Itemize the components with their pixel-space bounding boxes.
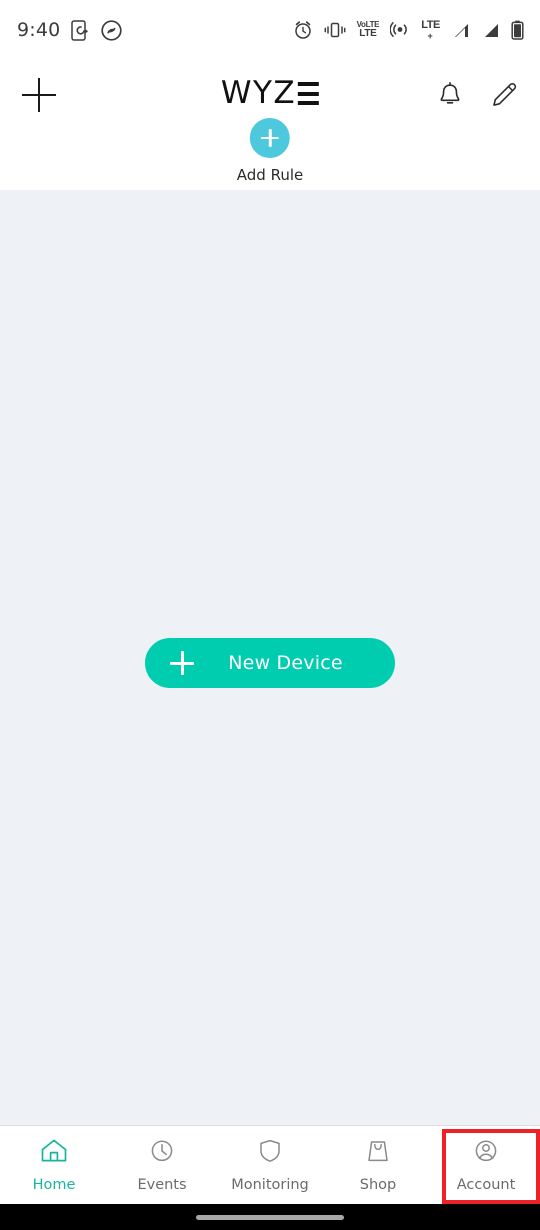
app-header: WYZ Add Rule bbox=[0, 60, 540, 190]
home-indicator[interactable] bbox=[196, 1214, 344, 1220]
nav-label-monitoring: Monitoring bbox=[231, 1177, 309, 1193]
pencil-icon[interactable] bbox=[490, 81, 518, 109]
person-circle-icon bbox=[471, 1137, 501, 1170]
wyze-logo-text: WYZ bbox=[220, 75, 297, 111]
header-actions bbox=[437, 81, 518, 109]
add-device-button[interactable] bbox=[22, 78, 56, 112]
volte-icon: VoLTE LTE bbox=[357, 21, 380, 39]
status-bar-right: VoLTE LTE LTE + bbox=[293, 18, 524, 41]
nav-item-shop[interactable]: Shop bbox=[324, 1126, 432, 1204]
lte-line-1: LTE bbox=[421, 18, 440, 31]
add-rule-plus-icon[interactable] bbox=[250, 118, 290, 158]
nav-item-account[interactable]: Account bbox=[432, 1126, 540, 1204]
status-bar: 9:40 VoLTE LTE LTE + bbox=[0, 0, 540, 60]
volte-line-2: LTE bbox=[359, 28, 377, 39]
lte-line-2: + bbox=[427, 30, 434, 41]
nav-label-events: Events bbox=[137, 1177, 187, 1193]
shield-icon bbox=[255, 1137, 285, 1170]
new-device-label: New Device bbox=[228, 652, 343, 674]
lte-plus-icon: LTE + bbox=[421, 18, 440, 41]
new-device-button[interactable]: New Device bbox=[145, 638, 395, 688]
clock-icon bbox=[147, 1137, 177, 1170]
android-navigation-bar bbox=[0, 1204, 540, 1230]
main-content: New Device bbox=[0, 190, 540, 1125]
shopping-bag-icon bbox=[363, 1137, 393, 1170]
plus-icon bbox=[170, 651, 194, 675]
battery-icon bbox=[511, 20, 524, 40]
wyze-logo-e-icon bbox=[298, 82, 320, 105]
bottom-navigation: Home Events Monitoring Shop Account bbox=[0, 1125, 540, 1204]
nav-label-account: Account bbox=[456, 1177, 516, 1193]
shazam-icon bbox=[101, 19, 123, 41]
nav-label-shop: Shop bbox=[359, 1177, 397, 1193]
phone-screen: 9:40 VoLTE LTE LTE + WYZ Add Rule New De… bbox=[0, 0, 540, 1230]
signal-2-icon bbox=[481, 22, 500, 39]
add-rule-label: Add Rule bbox=[236, 166, 304, 184]
nav-item-home[interactable]: Home bbox=[0, 1126, 108, 1204]
alarm-icon bbox=[293, 20, 313, 40]
add-rule-button[interactable]: Add Rule bbox=[237, 118, 303, 184]
status-bar-left: 9:40 bbox=[17, 19, 123, 41]
status-time: 9:40 bbox=[17, 19, 61, 41]
nav-label-home: Home bbox=[32, 1177, 76, 1193]
wyze-logo: WYZ bbox=[220, 75, 320, 111]
vibrate-icon bbox=[324, 21, 346, 39]
bell-icon[interactable] bbox=[437, 81, 463, 109]
nav-item-monitoring[interactable]: Monitoring bbox=[216, 1126, 324, 1204]
signal-1-icon bbox=[451, 22, 470, 39]
nav-item-events[interactable]: Events bbox=[108, 1126, 216, 1204]
home-icon bbox=[39, 1137, 69, 1170]
screenshot-icon bbox=[71, 19, 90, 41]
hotspot-icon bbox=[389, 20, 410, 40]
